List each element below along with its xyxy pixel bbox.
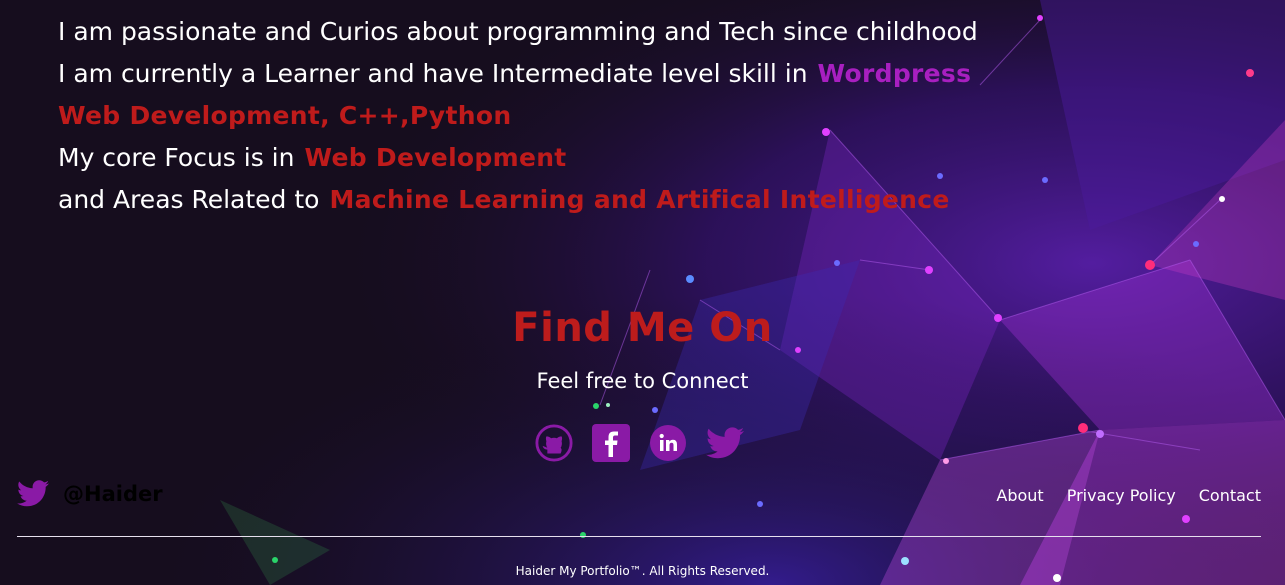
- twitter-link[interactable]: [706, 421, 744, 465]
- about-line-4: My core Focus is in Web Development: [58, 140, 1058, 182]
- related-areas: Machine Learning and Artifical Intellige…: [329, 185, 950, 214]
- find-me-title: Find Me On: [512, 305, 773, 351]
- about-line-1: I am passionate and Curios about program…: [58, 17, 978, 46]
- about-line-5-text: and Areas Related to: [58, 185, 320, 214]
- skill-list: Web Development, C++,Python: [58, 101, 512, 130]
- about-line-2-text: I am currently a Learner and have Interm…: [58, 59, 808, 88]
- about-section: I am passionate and Curios about program…: [58, 14, 1058, 224]
- page-content: I am passionate and Curios about program…: [0, 0, 1285, 585]
- twitter-icon: [17, 480, 49, 507]
- footer-divider: [17, 536, 1261, 537]
- linkedin-icon: [650, 425, 686, 461]
- core-focus: Web Development: [304, 143, 567, 172]
- about-line-5: and Areas Related to Machine Learning and…: [58, 182, 1058, 224]
- copyright: Haider My Portfolio™. All Rights Reserve…: [515, 564, 770, 578]
- skill-wordpress: Wordpress: [817, 59, 972, 88]
- footer-link-privacy-policy[interactable]: Privacy Policy: [1067, 486, 1176, 505]
- facebook-link[interactable]: [592, 421, 630, 465]
- twitter-icon: [706, 427, 744, 459]
- social-links: [535, 421, 744, 465]
- footer-link-contact[interactable]: Contact: [1199, 486, 1261, 505]
- about-line-3: Web Development, C++,Python: [58, 98, 1058, 140]
- footer-link-about[interactable]: About: [996, 486, 1043, 505]
- footer-handle[interactable]: @Haider: [17, 480, 163, 507]
- twitter-handle: @Haider: [63, 481, 163, 506]
- linkedin-link[interactable]: [649, 421, 687, 465]
- footer-nav: About Privacy Policy Contact: [996, 486, 1261, 505]
- github-icon: [535, 424, 573, 462]
- facebook-icon: [592, 424, 630, 462]
- about-line-4-text: My core Focus is in: [58, 143, 295, 172]
- about-line-2: I am currently a Learner and have Interm…: [58, 56, 1058, 98]
- find-me-subtitle: Feel free to Connect: [536, 369, 749, 393]
- github-link[interactable]: [535, 421, 573, 465]
